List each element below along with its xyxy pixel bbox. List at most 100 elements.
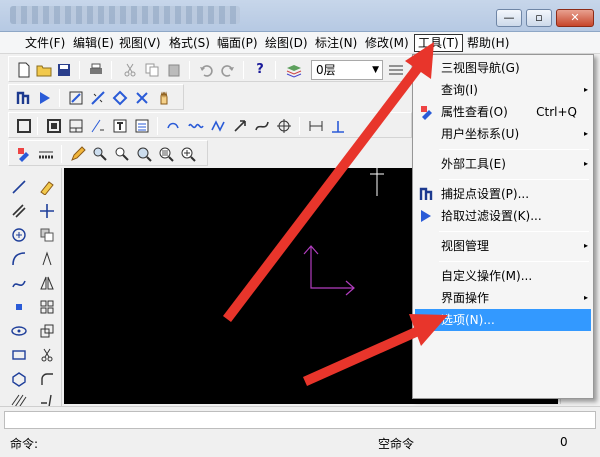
new-file-icon[interactable]	[15, 61, 33, 79]
menu-item-three-view-nav[interactable]: 三视图导航(G)	[415, 57, 591, 79]
save-icon[interactable]	[55, 61, 73, 79]
undo-icon[interactable]	[197, 61, 215, 79]
minimize-button[interactable]: —	[496, 9, 522, 27]
menu-item-custom-ops[interactable]: 自定义操作(M)...	[415, 265, 591, 287]
trim-icon[interactable]	[36, 344, 58, 366]
zoom-realtime-icon[interactable]	[179, 145, 197, 163]
menu-item-property-view[interactable]: 属性查看(O) Ctrl+Q	[415, 101, 591, 123]
hand-pan-icon[interactable]	[155, 89, 173, 107]
wave-tool-icon[interactable]	[187, 117, 205, 135]
menu-sheet[interactable]: 幅面(P)	[214, 34, 261, 52]
copy-move-icon[interactable]	[36, 224, 58, 246]
line-weight-icon[interactable]	[37, 145, 55, 163]
menu-dimension[interactable]: 标注(N)	[312, 34, 360, 52]
submenu-arrow-icon: ▸	[583, 159, 588, 168]
edit-node-icon[interactable]	[67, 89, 85, 107]
spline-tool-icon[interactable]	[253, 117, 271, 135]
parts-list-icon[interactable]	[133, 117, 151, 135]
menu-item-query[interactable]: 查询(I) ▸	[415, 79, 591, 101]
status-right-fragment: 0	[560, 435, 568, 449]
redo-icon[interactable]	[219, 61, 237, 79]
menu-format[interactable]: 格式(S)	[166, 34, 213, 52]
spline-icon[interactable]	[8, 272, 30, 294]
copy-icon[interactable]	[143, 61, 161, 79]
snap-point-icon[interactable]	[15, 89, 33, 107]
menu-tools[interactable]: 工具(T)	[414, 34, 463, 52]
menu-item-ui-ops[interactable]: 界面操作 ▸	[415, 287, 591, 309]
eraser-icon[interactable]	[36, 176, 58, 198]
close-button[interactable]: ✕	[556, 9, 594, 27]
chevron-down-icon: ▼	[372, 65, 379, 75]
submenu-arrow-icon: ▸	[583, 241, 588, 250]
open-folder-icon[interactable]	[35, 61, 53, 79]
point-icon[interactable]	[8, 296, 30, 318]
title-block-icon[interactable]	[67, 117, 85, 135]
menu-item-pick-filter[interactable]: 拾取过滤设置(K)...	[415, 205, 591, 227]
menu-separator	[439, 149, 589, 150]
arrow-tool-icon[interactable]	[231, 117, 249, 135]
frame-icon[interactable]	[15, 117, 33, 135]
measure-icon[interactable]	[89, 89, 107, 107]
cross-select-icon[interactable]	[133, 89, 151, 107]
arc-icon[interactable]	[8, 248, 30, 270]
circle-tool-icon[interactable]	[8, 224, 30, 246]
datum-icon[interactable]	[329, 117, 347, 135]
menu-modify[interactable]: 修改(M)	[362, 34, 412, 52]
drawing-toolbar	[8, 112, 412, 138]
line-style-icon[interactable]	[387, 61, 405, 79]
layer-icon[interactable]	[285, 61, 303, 79]
fillet-icon[interactable]	[36, 368, 58, 390]
parallel-line-icon[interactable]	[8, 200, 30, 222]
menu-file[interactable]: 文件(F)	[22, 34, 68, 52]
pick-filter-icon[interactable]	[37, 89, 55, 107]
ellipse-icon[interactable]	[8, 320, 30, 342]
zoom-previous-icon[interactable]	[157, 145, 175, 163]
drawing-palette	[2, 168, 62, 409]
print-icon[interactable]	[87, 61, 105, 79]
rotate-icon[interactable]	[36, 248, 58, 270]
menu-edit[interactable]: 编辑(E)	[70, 34, 117, 52]
paste-icon[interactable]	[165, 61, 183, 79]
layer-select[interactable]: 0层 ▼	[311, 60, 383, 80]
menu-item-snap-settings[interactable]: 捕捉点设置(P)...	[415, 183, 591, 205]
menu-separator	[439, 261, 589, 262]
pencil-redraw-icon[interactable]	[69, 145, 87, 163]
menu-item-options[interactable]: 选项(N)...	[415, 309, 591, 331]
arc-tool-icon[interactable]	[165, 117, 183, 135]
tools-dropdown-menu: 三视图导航(G) 查询(I) ▸ 属性查看(O) Ctrl+Q 用户坐标系(U)…	[412, 54, 594, 399]
menu-item-view-manager[interactable]: 视图管理 ▸	[415, 235, 591, 257]
zoom-icon[interactable]	[113, 145, 131, 163]
zoom-extents-icon[interactable]	[135, 145, 153, 163]
node-select-icon[interactable]	[111, 89, 129, 107]
command-state: 空命令	[378, 437, 415, 451]
property-brush-icon[interactable]	[15, 145, 33, 163]
zoom-window-icon[interactable]	[91, 145, 109, 163]
zigzag-tool-icon[interactable]	[209, 117, 227, 135]
help-icon[interactable]: ?	[251, 61, 269, 79]
array-icon[interactable]	[36, 296, 58, 318]
command-history	[4, 411, 596, 429]
submenu-arrow-icon: ▸	[583, 85, 588, 94]
parts-number-icon[interactable]	[89, 117, 107, 135]
menu-help[interactable]: 帮助(H)	[464, 34, 512, 52]
mirror-icon[interactable]	[36, 272, 58, 294]
title-bar: — ▫ ✕	[0, 0, 600, 32]
scale-icon[interactable]	[36, 320, 58, 342]
line-tool-icon[interactable]	[8, 176, 30, 198]
dimension-icon[interactable]	[307, 117, 325, 135]
menu-view[interactable]: 视图(V)	[116, 34, 164, 52]
maximize-button[interactable]: ▫	[526, 9, 552, 27]
center-mark-icon[interactable]	[275, 117, 293, 135]
polygon-icon[interactable]	[8, 368, 30, 390]
menu-item-ucs[interactable]: 用户坐标系(U) ▸	[415, 123, 591, 145]
text-icon[interactable]	[111, 117, 129, 135]
rectangle-icon[interactable]	[8, 344, 30, 366]
standard-toolbar: ? 0层 ▼	[8, 56, 412, 82]
menu-item-external-tools[interactable]: 外部工具(E) ▸	[415, 153, 591, 175]
menu-draw[interactable]: 绘图(D)	[262, 34, 311, 52]
cut-icon[interactable]	[121, 61, 139, 79]
move-icon[interactable]	[36, 200, 58, 222]
drawing-frame-icon[interactable]	[45, 117, 63, 135]
menu-separator	[439, 231, 589, 232]
shortcut-label: Ctrl+Q	[536, 105, 577, 119]
